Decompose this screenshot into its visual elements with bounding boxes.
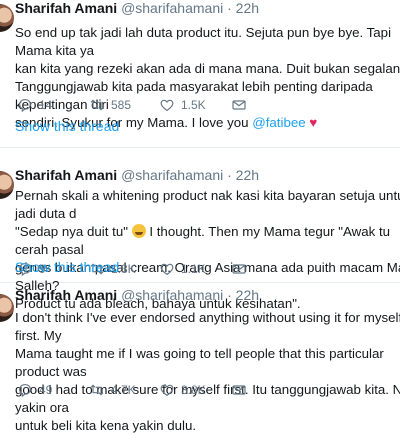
tweet-header: Sharifah Amani @sharifahamani · 22h <box>15 0 259 16</box>
reply-button[interactable]: 49 <box>17 381 52 399</box>
avatar[interactable] <box>0 4 14 32</box>
tweet-text-body: I don't think I've ever endorsed anythin… <box>15 310 400 433</box>
like-button[interactable]: 3.8K <box>159 381 206 399</box>
envelope-icon <box>232 100 246 110</box>
author-name[interactable]: Sharifah Amani <box>15 0 117 16</box>
like-count: 3.8K <box>181 383 206 397</box>
retweet-count: 4.7K <box>111 383 136 397</box>
tweet-text: So end up tak jadi lah duta product itu.… <box>15 24 400 132</box>
direct-message-button[interactable] <box>231 96 247 114</box>
tweet-actions: 14 585 1.5K <box>17 96 277 114</box>
author-name[interactable]: Sharifah Amani <box>15 167 117 183</box>
tweet-time[interactable]: 22h <box>236 0 259 16</box>
money-mouth-face-icon <box>131 224 146 238</box>
tweet-header: Sharifah Amani @sharifahamani · 22h <box>15 167 259 183</box>
tweet-text-body: So end up tak jadi lah duta product itu.… <box>15 25 400 130</box>
like-count: 1.1K <box>181 262 206 276</box>
like-button[interactable]: 1.1K <box>159 260 206 278</box>
author-handle[interactable]: @sharifahamani <box>121 167 223 183</box>
show-thread-link[interactable]: Show this thread <box>15 118 119 134</box>
retweet-icon <box>90 99 104 111</box>
retweet-count: 585 <box>111 98 132 112</box>
reply-icon <box>19 384 31 398</box>
heart-icon: ♥ <box>309 115 318 130</box>
direct-message-button[interactable] <box>231 260 247 278</box>
envelope-icon <box>232 385 246 395</box>
author-name[interactable]: Sharifah Amani <box>15 287 117 303</box>
like-icon <box>160 99 174 112</box>
like-count: 1.5K <box>181 98 206 112</box>
tweet[interactable]: Sharifah Amani @sharifahamani · 22h So e… <box>0 0 400 148</box>
author-handle[interactable]: @sharifahamani <box>121 0 223 16</box>
like-icon <box>160 384 174 397</box>
tweet-header: Sharifah Amani @sharifahamani · 22h <box>15 287 259 303</box>
separator-dot: · <box>227 167 232 183</box>
tweet-time[interactable]: 22h <box>236 287 259 303</box>
retweet-button[interactable]: 585 <box>89 96 131 114</box>
reply-button[interactable]: 14 <box>17 96 52 114</box>
tweet-text: I don't think I've ever endorsed anythin… <box>15 309 400 435</box>
separator-dot: · <box>227 287 232 303</box>
like-icon <box>160 263 174 276</box>
direct-message-button[interactable] <box>231 381 247 399</box>
separator-dot: · <box>227 0 232 16</box>
avatar[interactable] <box>0 171 14 199</box>
like-button[interactable]: 1.5K <box>159 96 206 114</box>
envelope-icon <box>232 264 246 274</box>
author-handle[interactable]: @sharifahamani <box>121 287 223 303</box>
reply-count: 49 <box>39 383 53 397</box>
show-thread-link[interactable]: Show this thread <box>15 259 119 275</box>
retweet-icon <box>90 384 104 396</box>
tweet[interactable]: Sharifah Amani @sharifahamani · 22h I do… <box>0 283 400 433</box>
tweet-actions: 49 4.7K 3.8K <box>17 381 277 399</box>
reply-icon <box>19 99 31 113</box>
mention-link[interactable]: @fatibee <box>252 115 305 130</box>
avatar[interactable] <box>0 294 14 322</box>
retweet-button[interactable]: 4.7K <box>89 381 136 399</box>
tweet-time[interactable]: 22h <box>236 167 259 183</box>
reply-count: 14 <box>39 98 53 112</box>
